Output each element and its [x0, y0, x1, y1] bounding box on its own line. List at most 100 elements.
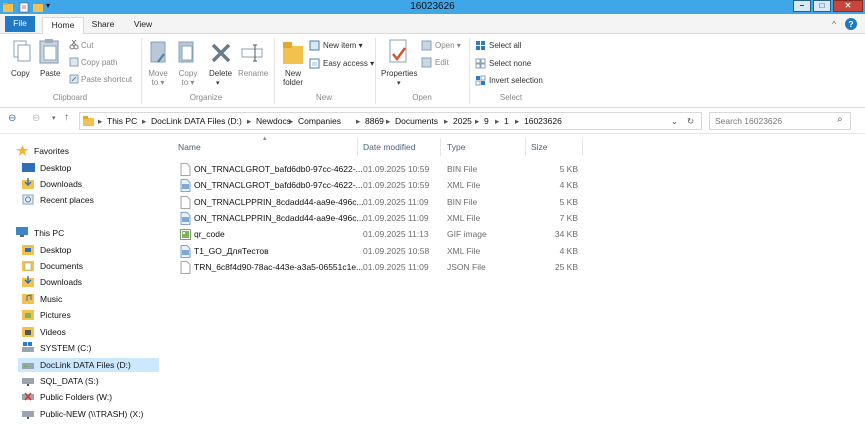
crumb-separator-icon[interactable]: ▸: [475, 116, 479, 127]
column-header-size[interactable]: Size: [531, 142, 548, 156]
easy-access-icon[interactable]: [309, 58, 320, 71]
crumb-separator-icon[interactable]: ▸: [386, 116, 390, 127]
nav-this-pc[interactable]: This PC: [16, 226, 64, 240]
crumb-separator-icon[interactable]: ▸: [356, 116, 360, 127]
column-divider[interactable]: [525, 138, 526, 156]
select-all-button[interactable]: Select all: [489, 41, 521, 50]
column-header-type[interactable]: Type: [447, 142, 465, 156]
crumb-newdocs[interactable]: Newdocs: [256, 116, 291, 126]
nav-downloads[interactable]: Downloads: [22, 177, 82, 191]
nav-sql-drive[interactable]: SQL_DATA (S:): [22, 374, 99, 388]
nav-favorites[interactable]: Favorites: [16, 144, 69, 158]
file-row[interactable]: ON_TRNACLPPRIN_8cdadd44-aa9e-496c... 01.0…: [178, 211, 748, 227]
properties-icon[interactable]: [388, 38, 410, 68]
close-button[interactable]: ✕: [833, 0, 863, 12]
minimize-button[interactable]: –: [793, 0, 811, 12]
column-header-date[interactable]: Date modified: [363, 142, 415, 156]
properties-button[interactable]: Properties: [381, 69, 417, 78]
edit-icon[interactable]: [421, 57, 432, 70]
file-row[interactable]: ON_TRNACLGROT_bafd6db0-97cc-4622-... 01.0…: [178, 162, 748, 178]
paste-shortcut-button[interactable]: Paste shortcut: [81, 75, 132, 84]
new-folder-button[interactable]: New folder: [281, 69, 305, 87]
nav-pc-desktop[interactable]: Desktop: [22, 243, 71, 257]
crumb-companies[interactable]: Companies: [298, 116, 341, 126]
new-item-button[interactable]: New item ▾: [323, 41, 363, 50]
delete-button[interactable]: Delete: [209, 69, 232, 78]
select-none-icon[interactable]: [475, 58, 486, 71]
tab-view[interactable]: View: [128, 17, 158, 34]
crumb-separator-icon[interactable]: ▸: [495, 116, 499, 127]
crumb-16023626[interactable]: 16023626: [524, 116, 562, 126]
paste-icon[interactable]: [38, 38, 62, 68]
cut-icon[interactable]: [69, 39, 79, 52]
search-icon[interactable]: ⌕: [837, 114, 843, 125]
paste-button[interactable]: Paste: [40, 69, 60, 78]
crumb-this-pc[interactable]: This PC: [107, 116, 137, 126]
copy-button[interactable]: Copy: [11, 69, 30, 78]
nav-doclink-drive[interactable]: DocLink DATA Files (D:): [18, 358, 159, 372]
nav-videos[interactable]: Videos: [22, 325, 66, 339]
copy-path-button[interactable]: Copy path: [81, 58, 117, 67]
file-row[interactable]: T1_GO_ДляТестов 01.09.2025 10:58 XML File 4…: [178, 244, 748, 260]
nav-recent-places[interactable]: Recent places: [22, 193, 94, 207]
column-header-name[interactable]: Name: [178, 142, 201, 156]
back-arrow-icon[interactable]: ⊖: [8, 113, 16, 124]
new-folder-icon[interactable]: [282, 38, 304, 68]
select-none-button[interactable]: Select none: [489, 59, 531, 68]
invert-selection-button[interactable]: Invert selection: [489, 76, 543, 85]
copy-icon[interactable]: [12, 40, 32, 66]
nav-pictures[interactable]: Pictures: [22, 308, 71, 322]
edit-button[interactable]: Edit: [435, 58, 449, 67]
file-row[interactable]: TRN_6c8f4d90-78ac-443e-a3a5-06551c1e... 0…: [178, 260, 748, 276]
delete-icon[interactable]: [210, 42, 232, 66]
nav-documents[interactable]: Documents: [22, 259, 83, 273]
crumb-doclink[interactable]: DocLink DATA Files (D:): [151, 116, 242, 126]
forward-arrow-icon[interactable]: ⊖: [32, 113, 40, 124]
column-divider[interactable]: [582, 138, 583, 156]
refresh-icon[interactable]: ↻: [687, 116, 694, 127]
rename-icon[interactable]: [241, 42, 263, 66]
crumb-separator-icon[interactable]: ▸: [289, 116, 293, 127]
tab-share[interactable]: Share: [88, 17, 118, 34]
crumb-separator-icon[interactable]: ▸: [142, 116, 146, 127]
open-button[interactable]: Open ▾: [435, 41, 461, 50]
rename-button[interactable]: Rename: [238, 69, 268, 78]
nav-system-drive[interactable]: SYSTEM (C:): [22, 341, 91, 355]
file-row[interactable]: qr_code 01.09.2025 11:13 GIF image 34 KB: [178, 227, 748, 243]
address-dropdown-icon[interactable]: ⌄: [671, 116, 678, 127]
properties-dropdown-icon[interactable]: ▾: [397, 79, 401, 87]
column-divider[interactable]: [357, 138, 358, 156]
nav-public-folders[interactable]: Public Folders (W:): [22, 390, 112, 404]
crumb-2025[interactable]: 2025: [453, 116, 472, 126]
easy-access-button[interactable]: Easy access ▾: [323, 59, 374, 68]
crumb-separator-icon[interactable]: ▸: [444, 116, 448, 127]
cut-button[interactable]: Cut: [81, 41, 93, 50]
copy-to-icon[interactable]: [176, 40, 198, 68]
recent-locations-dropdown-icon[interactable]: ▾: [52, 114, 56, 122]
crumb-8869[interactable]: 8869: [365, 116, 384, 126]
tab-home[interactable]: Home: [42, 17, 84, 34]
maximize-button[interactable]: □: [813, 0, 831, 12]
tab-file[interactable]: File: [5, 16, 35, 32]
copy-to-button[interactable]: Copy to ▾: [177, 69, 199, 87]
paste-shortcut-icon[interactable]: [69, 74, 79, 86]
nav-pc-downloads[interactable]: Downloads: [22, 275, 82, 289]
move-to-icon[interactable]: [148, 40, 170, 68]
nav-desktop[interactable]: Desktop: [22, 161, 71, 175]
collapse-ribbon-icon[interactable]: ^: [829, 17, 839, 34]
crumb-9[interactable]: 9: [484, 116, 489, 126]
search-input[interactable]: Search 16023626: [709, 112, 851, 130]
select-all-icon[interactable]: [475, 40, 486, 53]
up-arrow-icon[interactable]: ↑: [64, 112, 69, 123]
help-icon[interactable]: ?: [845, 18, 857, 30]
new-item-icon[interactable]: [309, 40, 320, 53]
crumb-separator-icon[interactable]: ▸: [247, 116, 251, 127]
delete-dropdown-icon[interactable]: ▾: [216, 79, 220, 87]
open-icon[interactable]: [421, 40, 432, 53]
crumb-separator-icon[interactable]: ▸: [98, 116, 102, 127]
invert-selection-icon[interactable]: [475, 75, 486, 88]
nav-public-new[interactable]: Public-NEW (\\TRASH) (X:): [22, 407, 143, 421]
crumb-1[interactable]: 1: [504, 116, 509, 126]
crumb-separator-icon[interactable]: ▸: [515, 116, 519, 127]
column-divider[interactable]: [440, 138, 441, 156]
